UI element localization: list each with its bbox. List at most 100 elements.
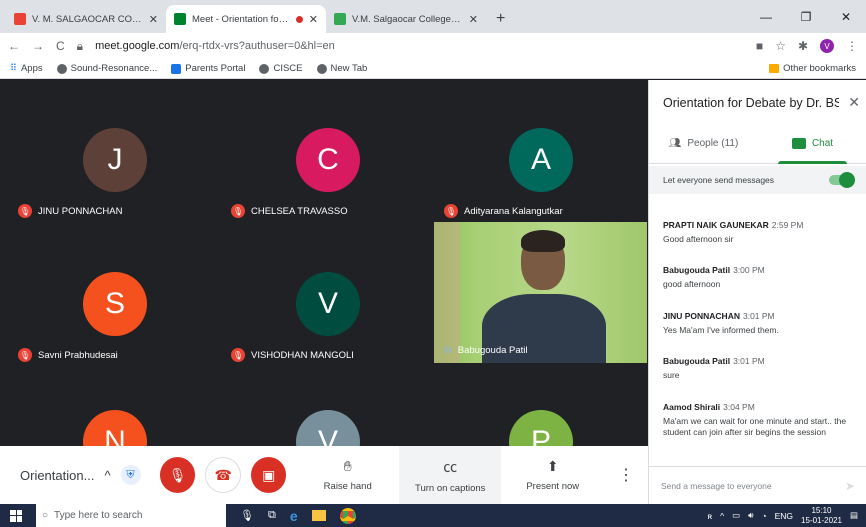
captions-button[interactable]: ㏄ Turn on captions (398, 446, 502, 504)
file-explorer-icon[interactable] (311, 510, 326, 521)
meeting-grid: J 🎙︎ JINU PONNACHAN C 🎙︎ CHELSEA TRAVASSO … (0, 80, 648, 446)
send-messages-toggle[interactable] (829, 172, 855, 188)
close-icon[interactable]: ✕ (469, 13, 478, 26)
lock-icon[interactable]: 🔒︎ (77, 39, 83, 54)
browser-tab-drive[interactable]: V.M. Salgaocar College of Law – ✕ (326, 5, 486, 33)
camera-indicator-icon[interactable]: ■ (756, 39, 763, 53)
reload-icon[interactable]: C (56, 39, 65, 53)
star-icon[interactable]: ☆ (775, 39, 786, 53)
browser-tab-college[interactable]: V. M. SALGAOCAR COLLEGE OF L ✕ (6, 5, 166, 33)
close-icon[interactable]: ✕ (309, 13, 318, 26)
mic-off-icon: 🎙︎ (18, 204, 32, 218)
bookmark-new-tab[interactable]: New Tab (316, 63, 367, 74)
raise-hand-button[interactable]: ✋︎ Raise hand (296, 446, 399, 504)
bookmarks-bar: ⠿ Apps Sound-Resonance... Parents Portal … (0, 59, 866, 79)
participant-video-tile[interactable]: ılı Babugouda Patil (434, 222, 647, 363)
participant-label: 🎙︎ VISHODHAN MANGOLI (231, 348, 354, 362)
tab-people[interactable]: 👥︎ People (11) (649, 124, 758, 163)
participant-tile[interactable]: J 🎙︎ JINU PONNACHAN (8, 86, 222, 226)
bookmark-cisce[interactable]: CISCE (259, 63, 303, 74)
bookmark-apps[interactable]: ⠿ Apps (10, 63, 43, 74)
clock-date: 15-01-2021 (801, 515, 842, 525)
other-bookmarks[interactable]: Other bookmarks (769, 63, 856, 74)
clock[interactable]: 15:10 15-01-2021 (801, 506, 842, 524)
mic-off-icon: 🎙︎ (231, 204, 245, 218)
chevron-up-icon[interactable]: ^ (104, 468, 110, 483)
chrome-icon[interactable] (339, 507, 356, 524)
task-view-icon[interactable]: ⧉ (268, 509, 276, 522)
notifications-icon[interactable]: ▤ (850, 510, 858, 521)
meeting-name: Orientation... (20, 467, 95, 483)
video-person-hair (521, 230, 565, 252)
close-icon[interactable]: ✕ (848, 94, 860, 111)
message-input[interactable]: Send a message to everyone (661, 481, 772, 491)
wifi-icon[interactable]: ◔ (761, 511, 766, 521)
participant-label: 🎙︎ Savni Prabhudesai (18, 348, 118, 362)
message-sender: Babugouda Patil (663, 356, 731, 367)
profile-avatar[interactable]: V (820, 39, 834, 53)
chevron-up-icon[interactable]: ^ (720, 511, 724, 521)
edge-icon[interactable]: e (290, 508, 298, 524)
participant-tile[interactable]: S 🎙︎ Savni Prabhudesai (8, 230, 222, 370)
tab-title: Meet - Orientation for Deba (192, 13, 290, 25)
menu-icon[interactable]: ⋮ (846, 39, 858, 53)
restore-icon[interactable]: ❐ (786, 10, 826, 24)
message-sender: PRAPTI NAIK GAUNEKAR (663, 220, 769, 230)
participant-tile[interactable]: N (8, 374, 222, 446)
tab-chat[interactable]: Chat (758, 124, 866, 164)
system-tray: ʀ ^ ▭ 🔊︎ ◔ ENG 15:10 15-01-2021 ▤ (707, 506, 866, 524)
address-bar: ← → C 🔒︎ meet.google.com/erq-rtdx-vrs?au… (0, 33, 866, 59)
close-window-icon[interactable]: ✕ (826, 10, 866, 24)
back-icon[interactable]: ← (8, 39, 20, 53)
chat-message: PRAPTI NAIK GAUNEKAR 2:59 PM Good afterno… (663, 220, 859, 245)
participant-tile[interactable]: C 🎙︎ CHELSEA TRAVASSO (221, 86, 435, 226)
address-actions: ■ ☆ ✱ V ⋮ (756, 39, 858, 53)
windows-start-icon[interactable] (10, 509, 22, 522)
new-tab-button[interactable]: + (486, 5, 515, 33)
participant-label: 🎙︎ JINU PONNACHAN (18, 204, 123, 218)
participant-tile[interactable]: A 🎙︎ Adityarana Kalangutkar (434, 86, 648, 226)
send-icon[interactable]: ➤ (845, 479, 855, 493)
chat-panel: Orientation for Debate by Dr. BS ... ✕ 👥… (648, 80, 866, 504)
leave-call-button[interactable]: ☎︎ (205, 457, 241, 493)
forward-icon[interactable]: → (32, 39, 44, 53)
people-icon[interactable]: ʀ (707, 511, 712, 521)
shield-icon[interactable]: ⛨ (120, 465, 141, 485)
language-indicator[interactable]: ENG (775, 511, 793, 521)
extensions-icon[interactable]: ✱ (798, 39, 808, 53)
present-now-button[interactable]: ⬆ Present now (501, 446, 604, 504)
more-options-icon[interactable]: ⋮ (604, 465, 648, 485)
browser-tab-meet[interactable]: Meet - Orientation for Deba ✕ (166, 5, 326, 33)
volume-icon[interactable]: 🔊︎ (748, 510, 753, 521)
microphone-icon[interactable]: 🎙︎ (240, 509, 254, 522)
audio-level-icon: ılı (444, 345, 452, 356)
participant-tile[interactable]: V 🎙︎ VISHODHAN MANGOLI (221, 230, 435, 370)
globe-icon (259, 63, 270, 74)
url-field[interactable]: meet.google.com/erq-rtdx-vrs?authuser=0&… (95, 40, 335, 52)
close-icon[interactable]: ✕ (149, 13, 158, 26)
minimize-icon[interactable]: — (746, 10, 786, 24)
bookmark-sound-resonance[interactable]: Sound-Resonance... (56, 63, 157, 74)
participant-tile[interactable]: V (221, 374, 435, 446)
chat-icon (791, 138, 806, 149)
bookmark-parents-portal[interactable]: Parents Portal (171, 63, 245, 74)
avatar: J (83, 128, 147, 192)
camera-toggle-button[interactable]: ▣ (250, 457, 287, 493)
avatar: A (509, 128, 573, 192)
avatar: V (296, 272, 360, 336)
chat-message: Babugouda Patil 3:01 PM sure (663, 356, 859, 381)
chat-compose[interactable]: Send a message to everyone ➤ (649, 466, 866, 504)
folder-icon (769, 64, 780, 73)
taskbar-search[interactable]: ○ Type here to search (36, 504, 226, 527)
avatar: V (296, 410, 360, 446)
message-text: Good afternoon sir (663, 234, 734, 244)
battery-icon[interactable]: ▭ (732, 510, 740, 521)
participant-tile[interactable]: P (434, 374, 648, 446)
tab-title: V.M. Salgaocar College of Law – (352, 13, 463, 25)
mic-off-icon: 🎙︎ (231, 348, 245, 362)
meeting-details[interactable]: Orientation... ^ ⛨ (0, 465, 160, 485)
avatar: C (296, 128, 360, 192)
apps-grid-icon: ⠿ (10, 63, 17, 74)
participant-label: 🎙︎ CHELSEA TRAVASSO (231, 204, 348, 218)
mic-toggle-button[interactable]: 🎙︎ (159, 457, 196, 493)
